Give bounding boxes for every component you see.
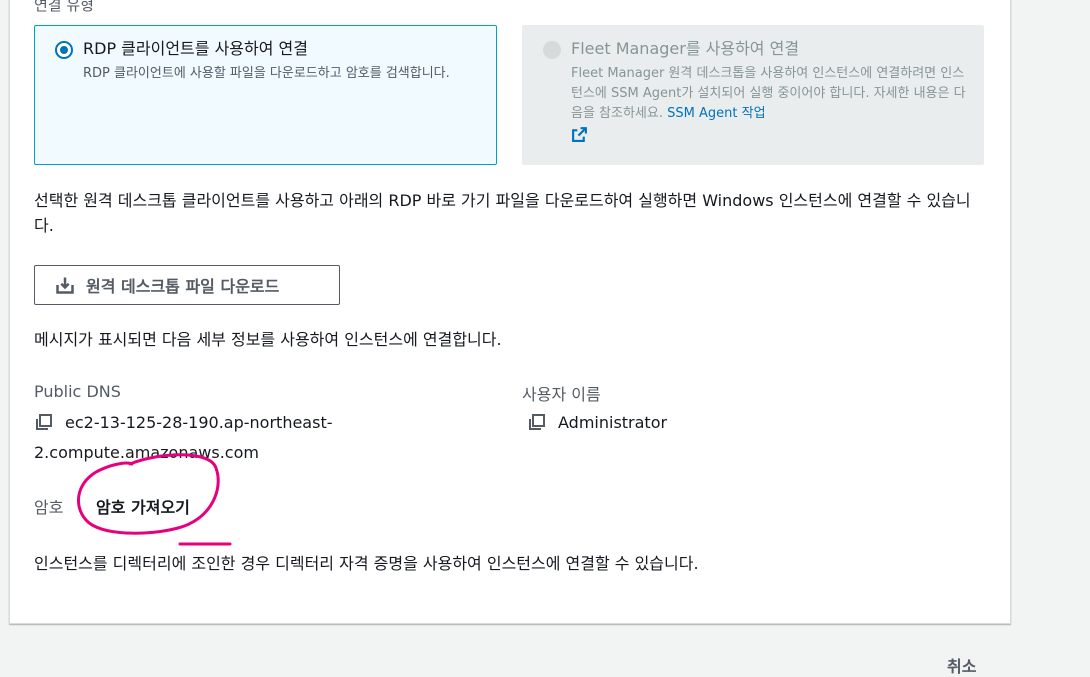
fleet-manager-radio-button <box>543 41 561 59</box>
cancel-button[interactable]: 취소 <box>947 653 976 677</box>
fleet-manager-option: Fleet Manager를 사용하여 연결 Fleet Manager 원격 … <box>522 25 984 165</box>
connection-type-label: 연결 유형 <box>34 0 94 14</box>
password-label: 암호 <box>34 498 64 517</box>
fleet-option-title: Fleet Manager를 사용하여 연결 <box>571 39 800 58</box>
directory-note: 인스턴스를 디렉터리에 조인한 경우 디렉터리 자격 증명을 사용하여 인스턴스… <box>34 554 699 573</box>
download-remote-desktop-file-button[interactable]: 원격 데스크톱 파일 다운로드 <box>34 265 340 305</box>
username-value: Administrator <box>527 409 667 439</box>
fleet-option-description-block: Fleet Manager 원격 데스크톱을 사용하여 인스턴스에 연결하려면 … <box>571 64 971 150</box>
fleet-option-description: Fleet Manager 원격 데스크톱을 사용하여 인스턴스에 연결하려면 … <box>571 66 966 121</box>
username-text: Administrator <box>558 413 668 432</box>
copy-icon[interactable] <box>34 412 53 439</box>
ssm-agent-link[interactable]: SSM Agent 작업 <box>667 106 765 121</box>
instructions-text: 선택한 원격 데스크톱 클라이언트를 사용하고 아래의 RDP 바로 가기 파일… <box>34 191 971 235</box>
download-button-label: 원격 데스크톱 파일 다운로드 <box>86 277 280 296</box>
public-dns-label: Public DNS <box>34 382 121 401</box>
rdp-client-option[interactable]: RDP 클라이언트를 사용하여 연결 RDP 클라이언트에 사용할 파일을 다운… <box>34 25 497 165</box>
annotation-circle <box>77 453 232 546</box>
download-icon <box>56 277 74 294</box>
rdp-option-title: RDP 클라이언트를 사용하여 연결 <box>83 39 308 58</box>
copy-icon[interactable] <box>527 412 546 439</box>
username-label: 사용자 이름 <box>522 385 601 404</box>
rdp-radio-button[interactable] <box>55 41 73 59</box>
external-link-icon[interactable] <box>571 126 588 150</box>
rdp-option-description: RDP 클라이언트에 사용할 파일을 다운로드하고 암호를 검색합니다. <box>83 66 450 81</box>
public-dns-line1: ec2-13-125-28-190.ap-northeast- <box>65 413 333 432</box>
prompt-text: 메시지가 표시되면 다음 세부 정보를 사용하여 인스턴스에 연결합니다. <box>34 330 502 349</box>
